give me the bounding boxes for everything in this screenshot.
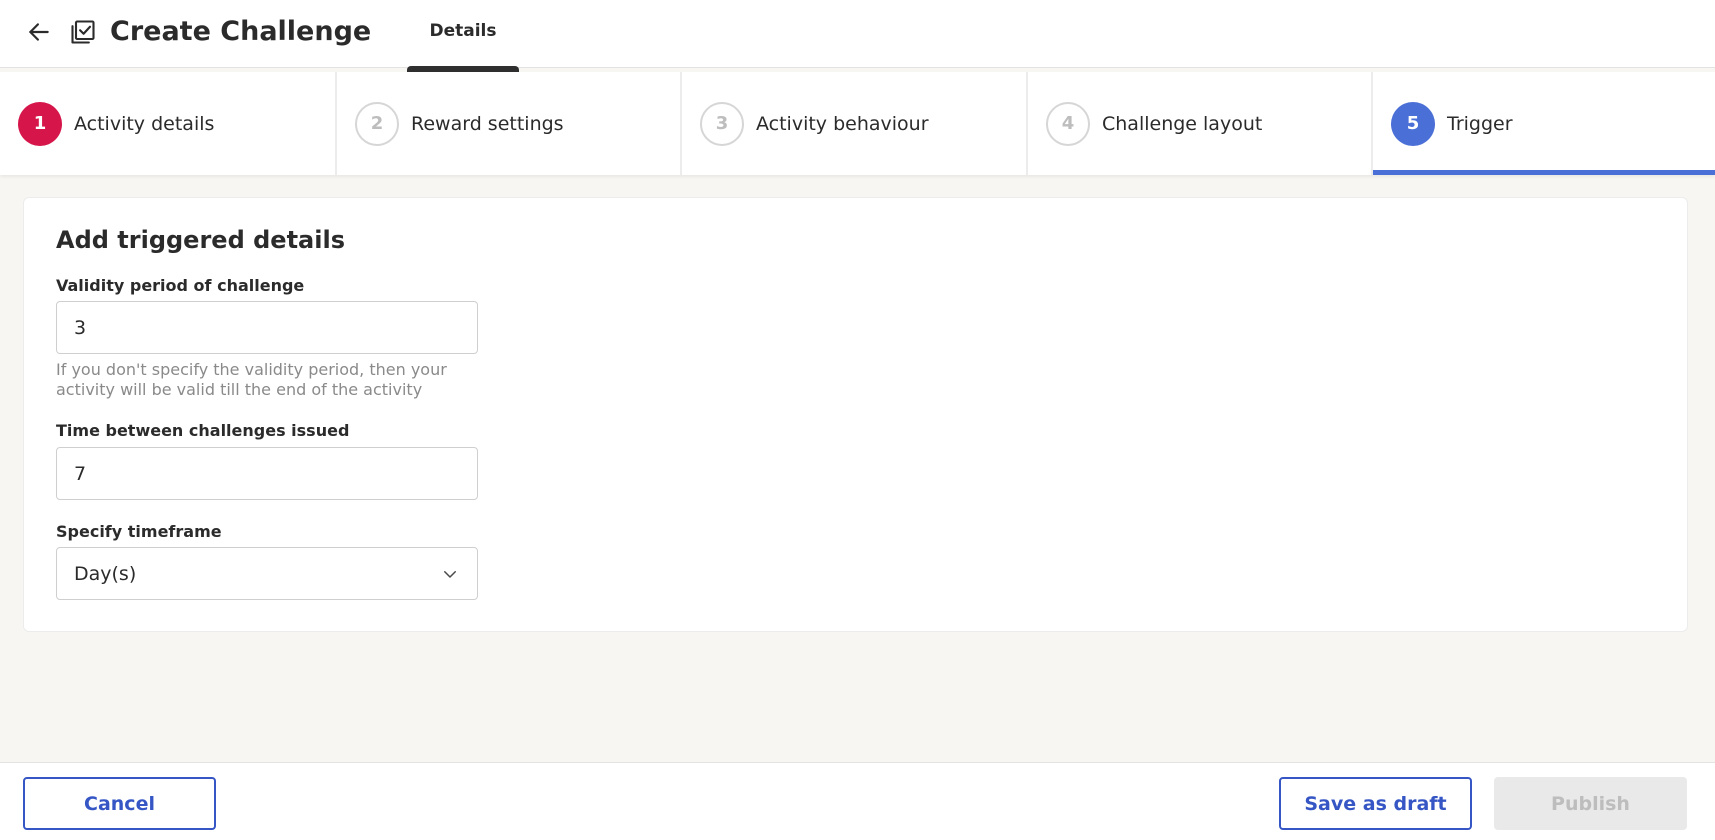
- validity-period-label: Validity period of challenge: [56, 276, 305, 295]
- validity-period-input[interactable]: [56, 301, 478, 354]
- step-number: 3: [700, 101, 744, 146]
- validity-helper-text: If you don't specify the validity period…: [56, 360, 447, 399]
- checklist-icon: [68, 17, 98, 47]
- timeframe-select[interactable]: Day(s): [56, 547, 478, 600]
- cancel-button[interactable]: Cancel: [23, 777, 216, 830]
- step-label: Reward settings: [411, 112, 564, 135]
- header: Create Challenge Details: [0, 0, 1715, 72]
- step-number: 5: [1391, 101, 1435, 146]
- step-label: Activity details: [74, 112, 215, 135]
- step-number: 2: [355, 101, 399, 146]
- time-between-input[interactable]: [56, 447, 478, 500]
- step-label: Trigger: [1447, 112, 1513, 135]
- stepper: 1 Activity details 2 Reward settings 3 A…: [0, 72, 1715, 175]
- step-number: 4: [1046, 101, 1090, 146]
- step-activity-behaviour[interactable]: 3 Activity behaviour: [682, 72, 1028, 175]
- page-title: Create Challenge: [110, 16, 372, 47]
- step-reward-settings[interactable]: 2 Reward settings: [337, 72, 682, 175]
- step-challenge-layout[interactable]: 4 Challenge layout: [1028, 72, 1373, 175]
- trigger-details-card: Add triggered details Validity period of…: [23, 197, 1688, 632]
- publish-button[interactable]: Publish: [1494, 777, 1687, 830]
- step-trigger[interactable]: 5 Trigger: [1373, 72, 1715, 175]
- step-label: Activity behaviour: [756, 112, 929, 135]
- step-number: 1: [18, 101, 62, 146]
- section-title: Add triggered details: [56, 226, 345, 254]
- back-arrow-icon[interactable]: [24, 17, 54, 47]
- time-between-label: Time between challenges issued: [56, 421, 350, 440]
- save-as-draft-button[interactable]: Save as draft: [1279, 777, 1472, 830]
- tab-details[interactable]: Details: [407, 0, 519, 72]
- step-label: Challenge layout: [1102, 112, 1263, 135]
- step-activity-details[interactable]: 1 Activity details: [0, 72, 337, 175]
- timeframe-label: Specify timeframe: [56, 522, 222, 541]
- chevron-down-icon: [440, 564, 460, 584]
- footer-action-bar: Cancel Save as draft Publish: [0, 762, 1715, 840]
- timeframe-selected-value: Day(s): [74, 562, 137, 585]
